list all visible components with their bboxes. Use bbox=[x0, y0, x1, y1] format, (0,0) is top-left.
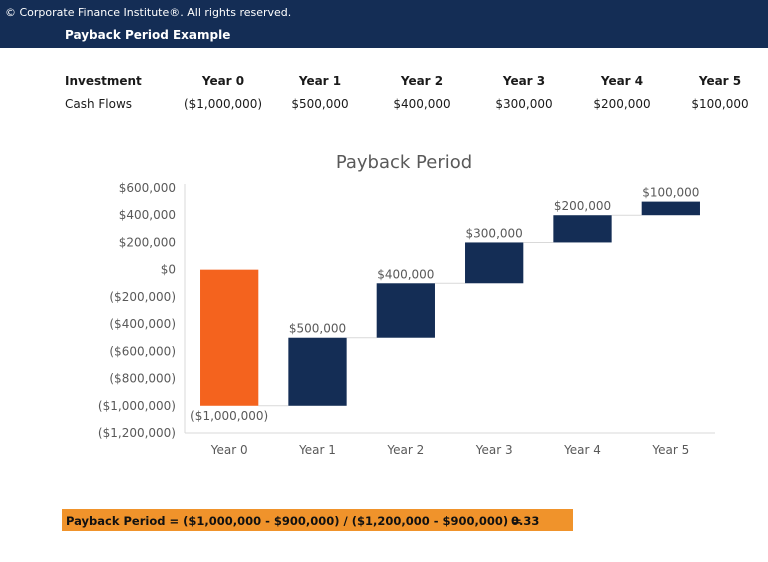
table-cell: ($1,000,000) bbox=[183, 97, 263, 111]
table-cell: $200,000 bbox=[593, 97, 651, 111]
payback-value: 0.33 bbox=[511, 514, 540, 528]
data-label: $200,000 bbox=[554, 199, 611, 213]
bar-year-3 bbox=[465, 242, 524, 284]
x-tick-label: Year 0 bbox=[210, 443, 248, 457]
chart-title: Payback Period bbox=[336, 152, 472, 173]
y-tick-label: ($1,000,000) bbox=[98, 399, 176, 413]
x-tick-label: Year 2 bbox=[386, 443, 424, 457]
y-tick-label: ($1,200,000) bbox=[98, 426, 176, 440]
column-header: Year 3 bbox=[502, 74, 546, 88]
payback-result-bar: Payback Period = ($1,000,000 - $900,000)… bbox=[62, 509, 573, 531]
y-tick-label: $600,000 bbox=[119, 181, 176, 195]
table-cell: $400,000 bbox=[393, 97, 451, 111]
data-label: $400,000 bbox=[377, 267, 434, 281]
table-cell: $500,000 bbox=[291, 97, 349, 111]
table-cell: $100,000 bbox=[691, 97, 749, 111]
x-tick-label: Year 1 bbox=[298, 443, 336, 457]
payback-formula: Payback Period = ($1,000,000 - $900,000)… bbox=[66, 514, 522, 528]
data-label: $100,000 bbox=[642, 186, 699, 200]
y-tick-label: $200,000 bbox=[119, 235, 176, 249]
chart-svg: Payback Period $600,000 $400,000 $200,000 $… bbox=[98, 152, 715, 457]
data-labels: ($1,000,000) $500,000 $400,000 $300,000 $200… bbox=[190, 186, 699, 423]
copyright-notice: © Corporate Finance Institute®. All righ… bbox=[5, 6, 292, 19]
y-tick-label: ($600,000) bbox=[109, 344, 176, 358]
row-label-investment: Investment bbox=[65, 74, 142, 88]
column-header: Year 1 bbox=[298, 74, 342, 88]
page-title: Payback Period Example bbox=[65, 28, 231, 42]
data-label: $500,000 bbox=[289, 322, 346, 336]
table-row: Cash Flows ($1,000,000) $500,000 $400,00… bbox=[0, 95, 768, 115]
bars bbox=[200, 201, 700, 406]
y-tick-label: ($200,000) bbox=[109, 290, 176, 304]
y-tick-label: ($400,000) bbox=[109, 317, 176, 331]
bar-year-0 bbox=[200, 269, 259, 406]
column-header: Year 4 bbox=[600, 74, 644, 88]
y-tick-label: $0 bbox=[161, 263, 176, 277]
bar-year-2 bbox=[376, 283, 435, 338]
data-label: $300,000 bbox=[466, 226, 523, 240]
data-label: ($1,000,000) bbox=[190, 409, 268, 423]
table-header-row: Investment Year 0 Year 1 Year 2 Year 3 Y… bbox=[0, 72, 768, 92]
x-tick-label: Year 5 bbox=[651, 443, 689, 457]
bar-year-5 bbox=[641, 201, 700, 216]
y-tick-label: ($800,000) bbox=[109, 372, 176, 386]
row-label-cash-flows: Cash Flows bbox=[65, 97, 133, 111]
table-cell: $300,000 bbox=[495, 97, 553, 111]
bar-year-1 bbox=[288, 337, 347, 406]
x-tick-label: Year 4 bbox=[563, 443, 601, 457]
header-banner: © Corporate Finance Institute®. All righ… bbox=[0, 0, 768, 48]
x-tick-label: Year 3 bbox=[475, 443, 513, 457]
column-header: Year 0 bbox=[201, 74, 245, 88]
payback-chart: Payback Period $600,000 $400,000 $200,000 $… bbox=[0, 140, 768, 470]
y-tick-label: $400,000 bbox=[119, 208, 176, 222]
column-header: Year 5 bbox=[698, 74, 742, 88]
column-header: Year 2 bbox=[400, 74, 444, 88]
bar-year-4 bbox=[553, 215, 612, 243]
